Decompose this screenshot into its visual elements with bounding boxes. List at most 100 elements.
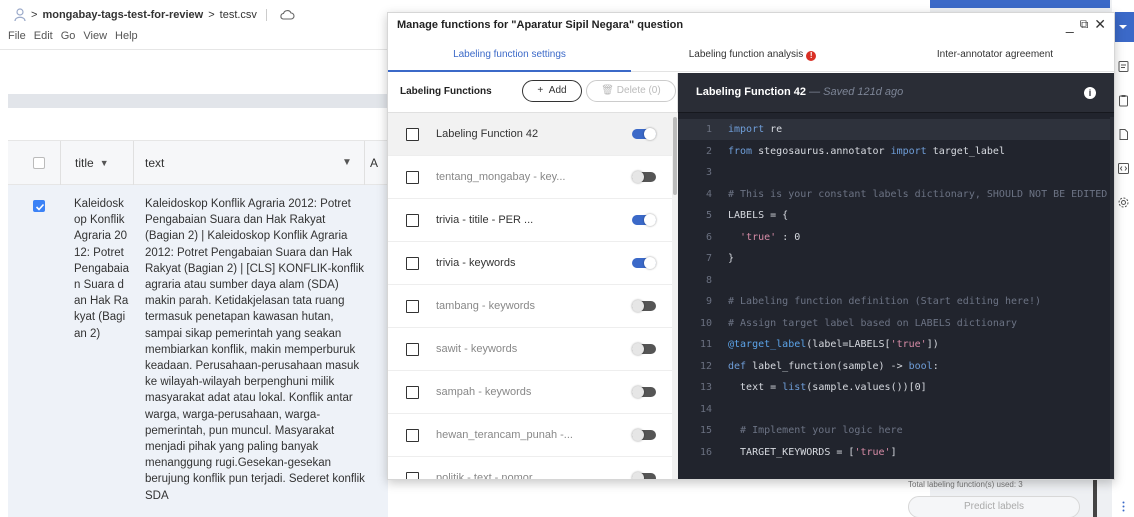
delete-button[interactable]: 🗑 Delete (0) bbox=[586, 80, 676, 102]
line-number: 7 bbox=[705, 253, 712, 264]
list-item[interactable]: tentang_mongabay - key... bbox=[388, 156, 672, 199]
code-line[interactable]: 16 TARGET_KEYWORDS = ['true'] bbox=[678, 442, 1114, 463]
list-item[interactable]: sawit - keywords bbox=[388, 328, 672, 371]
more-vertical-icon[interactable] bbox=[1117, 500, 1130, 513]
active-tab-indicator bbox=[388, 70, 631, 72]
gear-icon[interactable] bbox=[1117, 196, 1130, 209]
function-checkbox[interactable] bbox=[406, 171, 419, 184]
menu-go[interactable]: Go bbox=[61, 30, 76, 42]
function-toggle[interactable] bbox=[632, 386, 656, 398]
column-separator bbox=[364, 141, 365, 186]
code-line[interactable]: 3 bbox=[678, 162, 1114, 183]
function-toggle[interactable] bbox=[632, 171, 656, 183]
code-area[interactable]: 1 import re 2 from stegosaurus.annotator im… bbox=[678, 117, 1114, 479]
file-icon[interactable] bbox=[1117, 128, 1130, 141]
labeling-function-list: Labeling Function 42 tentang_mongabay - k… bbox=[388, 113, 672, 479]
dropdown-toggle[interactable] bbox=[1112, 12, 1134, 42]
predict-labels-button[interactable]: Predict labels bbox=[908, 496, 1080, 517]
tab-labeling-function-analysis[interactable]: Labeling function analysis! bbox=[631, 49, 874, 61]
alert-icon: ! bbox=[806, 51, 817, 61]
list-item[interactable]: sampah - keywords bbox=[388, 371, 672, 414]
code-line[interactable]: 10 # Assign target label based on LABELS … bbox=[678, 313, 1114, 334]
tab-inter-annotator-agreement[interactable]: Inter-annotator agreement bbox=[874, 49, 1114, 60]
function-checkbox[interactable] bbox=[406, 257, 419, 270]
function-toggle[interactable] bbox=[632, 343, 656, 355]
function-toggle[interactable] bbox=[632, 128, 656, 140]
list-item[interactable]: Labeling Function 42 bbox=[388, 113, 672, 156]
function-toggle[interactable] bbox=[632, 214, 656, 226]
notes-icon[interactable] bbox=[1117, 60, 1130, 73]
code-icon[interactable] bbox=[1117, 162, 1130, 175]
list-item[interactable]: trivia - keywords bbox=[388, 242, 672, 285]
toggle-knob bbox=[644, 128, 656, 140]
right-panel-tab[interactable] bbox=[930, 0, 1110, 8]
line-number: 5 bbox=[705, 210, 712, 221]
menu-edit[interactable]: Edit bbox=[34, 30, 53, 42]
dialog-title: Manage functions for "Aparatur Sipil Neg… bbox=[397, 19, 684, 31]
menu-file[interactable]: File bbox=[8, 30, 26, 42]
cell-text[interactable]: Kaleidoskop Konflik Agraria 2012: Potret… bbox=[145, 196, 365, 504]
clipboard-icon[interactable] bbox=[1117, 94, 1130, 107]
row-checkbox[interactable] bbox=[33, 200, 45, 212]
list-item[interactable]: tambang - keywords bbox=[388, 285, 672, 328]
minimize-icon[interactable]: _ bbox=[1066, 17, 1074, 33]
code-line[interactable]: 13 text = list(sample.values())[0] bbox=[678, 377, 1114, 398]
code-line[interactable]: 5 LABELS = { bbox=[678, 205, 1114, 226]
code-line[interactable]: 2 from stegosaurus.annotator import targe… bbox=[678, 141, 1114, 162]
select-all-checkbox[interactable] bbox=[33, 157, 45, 169]
add-button-label: Add bbox=[548, 85, 567, 96]
code-text: # Labeling function definition (Start ed… bbox=[728, 296, 1042, 307]
function-name: Labeling Function 42 bbox=[436, 128, 539, 140]
function-checkbox[interactable] bbox=[406, 214, 419, 227]
sort-down-icon[interactable]: ▼ bbox=[100, 158, 109, 168]
column-header-a[interactable]: A bbox=[370, 156, 378, 170]
code-line[interactable]: 1 import re bbox=[678, 119, 1114, 140]
code-line[interactable]: 8 bbox=[678, 270, 1114, 291]
function-toggle[interactable] bbox=[632, 429, 656, 441]
code-line[interactable]: 14 bbox=[678, 399, 1114, 420]
function-toggle[interactable] bbox=[632, 257, 656, 269]
table-row[interactable]: Kaleidoskop Konflik Agraria 2012: Potret… bbox=[8, 185, 388, 517]
code-line[interactable]: 11 @target_label(label=LABELS['true']) bbox=[678, 334, 1114, 355]
scrollbar[interactable] bbox=[1093, 478, 1097, 517]
scrollbar-thumb[interactable] bbox=[673, 117, 677, 195]
breadcrumb-project[interactable]: mongabay-tags-test-for-review bbox=[42, 9, 203, 21]
cloud-icon[interactable] bbox=[279, 9, 295, 21]
restore-icon[interactable]: ⧉ bbox=[1080, 17, 1089, 32]
menu-help[interactable]: Help bbox=[115, 30, 138, 42]
function-checkbox[interactable] bbox=[406, 472, 419, 479]
function-checkbox[interactable] bbox=[406, 128, 419, 141]
function-toggle[interactable] bbox=[632, 300, 656, 312]
cell-title[interactable]: Kaleidoskop Konflik Agraria 2012: Potret… bbox=[74, 196, 130, 342]
function-checkbox[interactable] bbox=[406, 300, 419, 313]
list-item[interactable]: politik - text - nomor bbox=[388, 457, 672, 479]
code-line[interactable]: 12 def label_function(sample) -> bool: bbox=[678, 356, 1114, 377]
info-icon[interactable]: i bbox=[1084, 87, 1096, 99]
column-header-text[interactable]: text bbox=[145, 156, 164, 170]
code-line[interactable]: 9 # Labeling function definition (Start e… bbox=[678, 291, 1114, 312]
list-item[interactable]: trivia - titile - PER ... bbox=[388, 199, 672, 242]
divider bbox=[265, 9, 274, 21]
dialog-tabs: Labeling function settings Labeling func… bbox=[388, 44, 1114, 72]
close-icon[interactable]: ✕ bbox=[1094, 16, 1106, 33]
user-icon[interactable] bbox=[14, 8, 26, 22]
menu-view[interactable]: View bbox=[83, 30, 107, 42]
list-header: Labeling Functions + Add 🗑 Delete (0) bbox=[388, 73, 678, 113]
code-line[interactable]: 15 # Implement your logic here bbox=[678, 420, 1114, 441]
list-item[interactable]: hewan_terancam_punah -... bbox=[388, 414, 672, 457]
code-line[interactable]: 4 # This is your constant labels dictiona… bbox=[678, 184, 1114, 205]
column-header-title[interactable]: title ▼ bbox=[75, 156, 109, 170]
code-line[interactable]: 7} bbox=[678, 248, 1114, 269]
code-line[interactable]: 6 'true' : 0 bbox=[678, 227, 1114, 248]
editor-scrollbar[interactable] bbox=[1110, 117, 1114, 479]
add-button[interactable]: + Add bbox=[522, 80, 582, 102]
chevron-down-icon[interactable]: ▼ bbox=[342, 157, 352, 168]
tab-labeling-function-settings[interactable]: Labeling function settings bbox=[388, 49, 631, 60]
icon-column bbox=[1112, 0, 1134, 517]
function-checkbox[interactable] bbox=[406, 386, 419, 399]
column-separator bbox=[133, 141, 134, 186]
function-checkbox[interactable] bbox=[406, 343, 419, 356]
function-toggle[interactable] bbox=[632, 472, 656, 479]
function-checkbox[interactable] bbox=[406, 429, 419, 442]
breadcrumb-file[interactable]: test.csv bbox=[220, 9, 257, 21]
